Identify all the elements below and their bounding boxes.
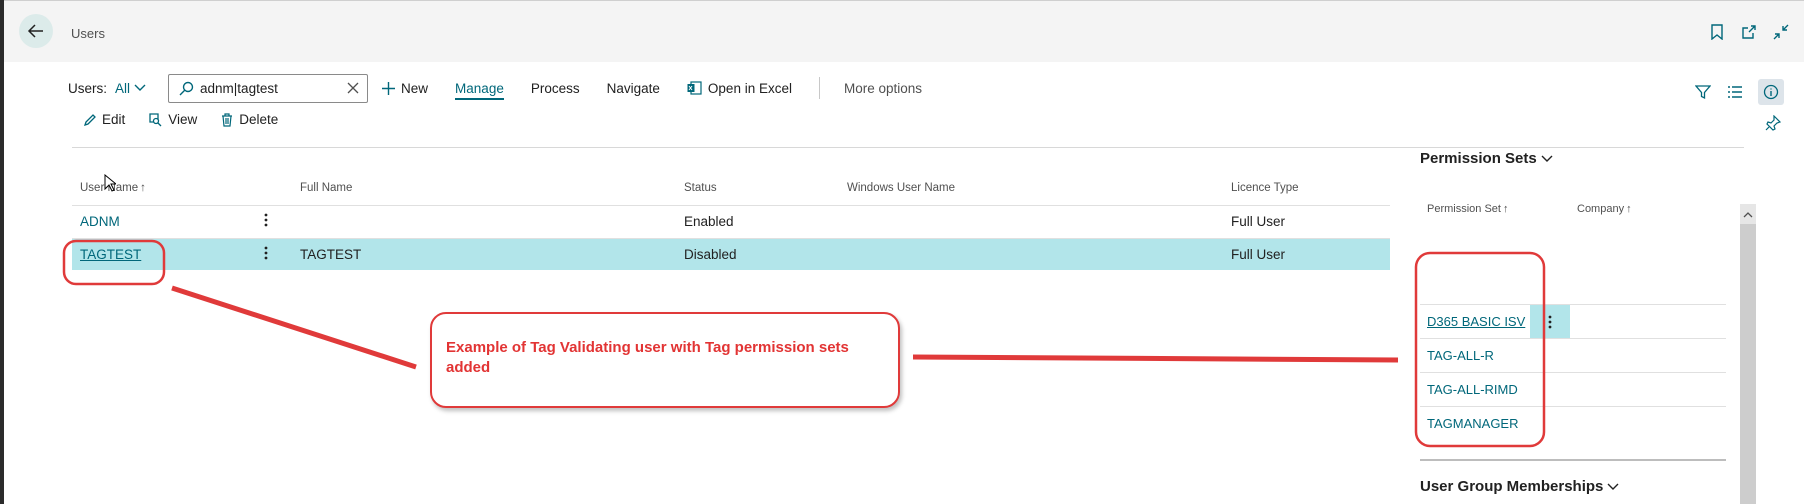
users-label: Users: — [68, 80, 108, 96]
filter-icon[interactable] — [1694, 83, 1712, 101]
excel-label: Open in Excel — [707, 80, 792, 96]
factbox-permission-sets-header[interactable]: Permission Sets — [1420, 150, 1553, 167]
column-status-label: Status — [684, 182, 717, 194]
row-actions-icon[interactable] — [264, 245, 274, 265]
column-company[interactable]: Company ↑ — [1577, 203, 1632, 215]
edit-label: Edit — [102, 112, 126, 127]
mouse-cursor-icon — [104, 173, 118, 197]
arrow-left-icon — [27, 24, 43, 38]
sort-ascending-icon: ↑ — [140, 182, 146, 194]
excel-icon — [687, 81, 702, 95]
plus-icon — [382, 81, 396, 95]
action-bar: Users: All New Manage Process Navigate O… — [68, 72, 922, 104]
more-options-button[interactable]: More options — [844, 81, 922, 96]
column-windows-user-name-label: Windows User Name — [847, 182, 955, 194]
sort-ascending-icon: ↑ — [1502, 203, 1509, 215]
column-windows-user-name[interactable]: Windows User Name — [847, 182, 955, 194]
delete-label: Delete — [239, 112, 279, 127]
permission-set-link[interactable]: TAG-ALL-R — [1427, 348, 1494, 363]
view-filter-dropdown[interactable]: All — [115, 81, 146, 96]
list-item[interactable]: TAG-ALL-R — [1420, 338, 1726, 372]
permission-set-link[interactable]: D365 BASIC ISV — [1427, 314, 1525, 329]
manage-label: Manage — [455, 80, 504, 96]
full-name-cell: TAGTEST — [300, 247, 362, 262]
separator — [818, 77, 820, 99]
scroll-up-icon[interactable] — [1743, 206, 1753, 224]
user-name-link[interactable]: ADNM — [80, 214, 120, 229]
navigate-label: Navigate — [606, 80, 660, 96]
pencil-icon — [84, 113, 96, 126]
view-icon — [149, 112, 162, 126]
open-new-window-icon[interactable] — [1740, 23, 1758, 41]
back-button[interactable] — [19, 14, 53, 48]
trash-icon — [222, 112, 233, 127]
chevron-down-icon — [134, 84, 146, 91]
info-icon[interactable] — [1758, 79, 1784, 105]
chevron-down-icon — [1541, 155, 1553, 162]
factbox-user-group-memberships-header[interactable]: User Group Memberships — [1420, 478, 1619, 495]
pin-icon[interactable] — [1764, 114, 1782, 132]
open-in-excel-button[interactable]: Open in Excel — [687, 81, 792, 96]
list-item[interactable]: D365 BASIC ISV — [1420, 304, 1726, 339]
tab-process[interactable]: Process — [531, 81, 580, 96]
collapse-icon[interactable] — [1772, 23, 1790, 41]
column-licence-type-label: Licence Type — [1231, 182, 1299, 194]
scrollbar-thumb[interactable] — [1740, 224, 1756, 504]
list-item[interactable]: TAG-ALL-RIMD — [1420, 372, 1726, 406]
factbox-title2: User Group Memberships — [1420, 478, 1604, 495]
column-licence-type[interactable]: Licence Type — [1231, 182, 1299, 194]
table-row[interactable]: ADNM Enabled Full User — [72, 205, 1390, 237]
column-status[interactable]: Status — [684, 182, 717, 194]
permission-set-link[interactable]: TAGMANAGER — [1427, 416, 1519, 431]
licence-type-cell: Full User — [1231, 214, 1286, 229]
licence-type-cell: Full User — [1231, 247, 1286, 262]
view-button[interactable]: View — [149, 112, 197, 127]
factbox-table-header: Permission Set ↑ Company ↑ — [1420, 203, 1726, 225]
view-label: View — [168, 112, 198, 127]
tab-navigate[interactable]: Navigate — [607, 81, 660, 96]
table-row[interactable]: TAGTEST TAGTEST Disabled Full User — [72, 238, 1390, 270]
column-full-name-label: Full Name — [300, 182, 353, 194]
status-cell: Disabled — [684, 247, 737, 262]
column-company-label: Company — [1577, 203, 1625, 215]
search-box[interactable] — [168, 73, 369, 103]
status-cell: Enabled — [684, 214, 734, 229]
factbox-scrollbar[interactable] — [1740, 204, 1756, 504]
chevron-down-icon — [1607, 483, 1619, 490]
bookmark-icon[interactable] — [1708, 23, 1726, 41]
tab-manage[interactable]: Manage — [455, 81, 504, 100]
list-view-icon[interactable] — [1726, 83, 1744, 101]
row-actions-icon[interactable] — [264, 212, 274, 232]
process-label: Process — [530, 80, 580, 96]
sort-ascending-icon: ↑ — [1626, 203, 1632, 215]
search-input[interactable] — [200, 80, 342, 96]
edit-button[interactable]: Edit — [84, 112, 125, 127]
column-full-name[interactable]: Full Name — [300, 182, 352, 194]
view-filter-value: All — [115, 80, 131, 96]
page-header: Users — [4, 0, 1804, 62]
column-permission-set[interactable]: Permission Set ↑ — [1427, 203, 1508, 215]
annotation-callout: Example of Tag Validating user with Tag … — [430, 312, 900, 408]
user-name-link[interactable]: TAGTEST — [80, 247, 141, 262]
search-icon — [179, 81, 194, 95]
divider — [1420, 459, 1726, 461]
new-label: New — [401, 80, 429, 96]
row-actions-cell — [1530, 305, 1570, 339]
row-actions-icon[interactable] — [1548, 314, 1552, 333]
delete-button[interactable]: Delete — [221, 112, 278, 127]
new-button[interactable]: New — [382, 81, 428, 96]
factbox-title: Permission Sets — [1420, 150, 1537, 167]
page-title: Users — [71, 26, 105, 41]
clear-search-icon[interactable] — [347, 82, 359, 94]
permission-set-link[interactable]: TAG-ALL-RIMD — [1427, 382, 1518, 397]
column-permission-set-label: Permission Set — [1427, 203, 1501, 215]
sub-action-bar: Edit View Delete — [84, 112, 278, 127]
divider — [72, 147, 1744, 148]
list-item[interactable]: TAGMANAGER — [1420, 406, 1726, 440]
